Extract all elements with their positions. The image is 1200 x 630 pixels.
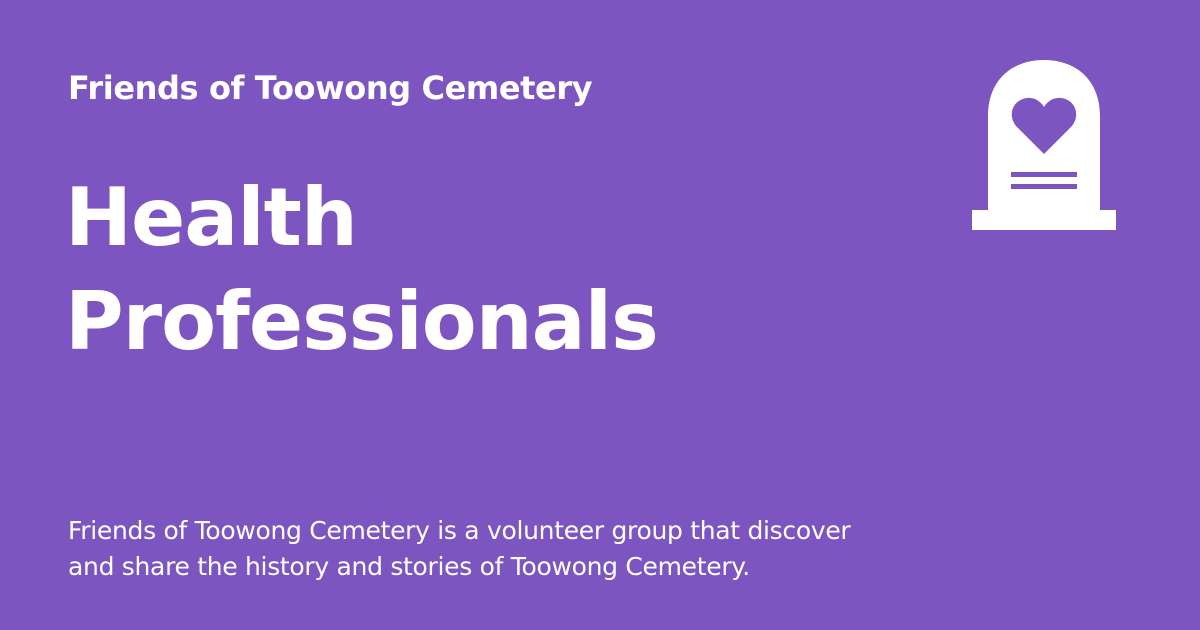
- page-title: Health Professionals: [65, 166, 885, 374]
- page-title-line-1: Health: [65, 171, 358, 264]
- headstone-line-top: [1011, 172, 1077, 177]
- organization-description: Friends of Toowong Cemetery is a volunte…: [68, 513, 928, 585]
- description-line-2: and share the history and stories of Too…: [68, 552, 750, 581]
- headstone-line-bottom: [1011, 184, 1077, 189]
- organization-name: Friends of Toowong Cemetery: [68, 69, 593, 107]
- social-share-card: Friends of Toowong Cemetery Health Profe…: [0, 0, 1200, 630]
- description-line-1: Friends of Toowong Cemetery is a volunte…: [68, 516, 851, 545]
- page-title-line-2: Professionals: [65, 275, 659, 368]
- headstone-heart-icon: [972, 60, 1116, 230]
